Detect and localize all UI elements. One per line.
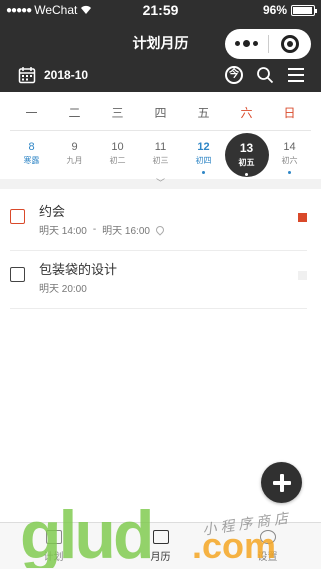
calendar-toolbar: 2018-10 今 bbox=[0, 62, 321, 90]
divider bbox=[10, 130, 311, 131]
lunar-date: 初四 bbox=[195, 156, 212, 165]
day-number: 12 bbox=[197, 141, 210, 153]
event-dot bbox=[245, 173, 248, 176]
today-button[interactable]: 今 bbox=[225, 66, 243, 84]
list-item[interactable]: 约会 明天 14:00 - 明天 16:00 bbox=[10, 193, 307, 251]
day-cell[interactable]: 14 初六 bbox=[268, 135, 311, 177]
more-button[interactable] bbox=[225, 29, 268, 59]
checklist-icon bbox=[45, 529, 62, 544]
day-cell[interactable]: 12 初四 bbox=[182, 135, 225, 177]
week-day-strip: 8 寒露 9 九月 10 初二 11 初三 12 初四 13 初五 14 初六 bbox=[10, 133, 311, 177]
task-checkbox[interactable] bbox=[10, 267, 25, 282]
day-number: 14 bbox=[283, 141, 296, 153]
weekday-label: 五 bbox=[197, 106, 210, 120]
current-month-label: 2018-10 bbox=[44, 68, 89, 82]
day-cell[interactable]: 10 初二 bbox=[96, 135, 139, 177]
task-title: 包装袋的设计 bbox=[39, 262, 118, 277]
more-dots-icon bbox=[234, 40, 258, 47]
lunar-date: 初三 bbox=[152, 156, 169, 165]
header: ●●●●● WeChat 21:59 96% 计划月历 2018-10 今 bbox=[0, 0, 321, 92]
tab-bar: 计划 月历 设置 bbox=[0, 522, 321, 569]
task-time: 明天 14:00 - 明天 16:00 bbox=[39, 222, 166, 237]
weekday-label: 六 bbox=[240, 106, 253, 120]
task-title: 约会 bbox=[39, 204, 66, 219]
status-bar: ●●●●● WeChat 21:59 96% bbox=[0, 0, 321, 20]
search-icon[interactable] bbox=[256, 66, 274, 84]
day-number: 11 bbox=[154, 141, 167, 153]
event-dot bbox=[202, 171, 205, 174]
tab-plan[interactable]: 计划 bbox=[0, 523, 107, 569]
close-mini-program-button[interactable] bbox=[268, 29, 311, 59]
calendar-tab-icon bbox=[152, 529, 169, 544]
battery-icon bbox=[291, 4, 317, 16]
day-number: 9 bbox=[71, 141, 78, 153]
weekday-label: 四 bbox=[154, 106, 167, 120]
add-plan-button[interactable] bbox=[261, 462, 302, 503]
task-start-time: 明天 20:00 bbox=[39, 284, 87, 295]
day-number: 10 bbox=[111, 141, 124, 153]
navigation-bar: 计划月历 bbox=[0, 24, 321, 60]
month-picker-button[interactable]: 2018-10 bbox=[18, 66, 88, 84]
task-time: 明天 20:00 bbox=[39, 280, 87, 295]
weekday-header: 一 二 三 四 五 六 日 bbox=[10, 104, 311, 126]
priority-flag bbox=[298, 213, 307, 222]
chevron-down-icon: ﹀ bbox=[155, 178, 165, 188]
plan-list: 约会 明天 14:00 - 明天 16:00 包装袋的设计 明天 20:00 bbox=[0, 193, 321, 309]
mini-program-capsule bbox=[225, 29, 311, 59]
tab-settings[interactable]: 设置 bbox=[214, 523, 321, 569]
weekday-label: 三 bbox=[111, 106, 124, 120]
day-number: 8 bbox=[28, 141, 35, 153]
weekday-label: 日 bbox=[283, 106, 296, 120]
task-end-time: 明天 16:00 bbox=[102, 226, 150, 237]
gear-icon bbox=[259, 529, 276, 544]
lunar-date: 初二 bbox=[109, 156, 126, 165]
tab-calendar[interactable]: 月历 bbox=[107, 523, 214, 569]
lunar-date: 九月 bbox=[66, 156, 83, 165]
weekday-label: 二 bbox=[68, 106, 81, 120]
list-item[interactable]: 包装袋的设计 明天 20:00 bbox=[10, 251, 307, 309]
expand-calendar-handle[interactable]: ﹀ bbox=[0, 179, 321, 189]
day-number: 13 bbox=[239, 141, 254, 155]
task-checkbox[interactable] bbox=[10, 209, 25, 224]
tab-label: 设置 bbox=[257, 551, 278, 563]
lunar-date: 初五 bbox=[238, 158, 255, 167]
event-dot bbox=[288, 171, 291, 174]
lunar-date: 初六 bbox=[281, 156, 298, 165]
task-start-time: 明天 14:00 bbox=[39, 226, 87, 237]
day-cell[interactable]: 13 初五 bbox=[224, 133, 269, 177]
day-cell[interactable]: 9 九月 bbox=[53, 135, 96, 177]
time-separator: - bbox=[92, 224, 97, 235]
battery-percent: 96% bbox=[262, 3, 287, 17]
day-cell[interactable]: 11 初三 bbox=[139, 135, 182, 177]
menu-icon[interactable] bbox=[287, 67, 305, 83]
tab-label: 月历 bbox=[150, 551, 171, 563]
lunar-date: 寒露 bbox=[23, 156, 40, 165]
location-pin-icon bbox=[154, 223, 166, 236]
weekday-label: 一 bbox=[25, 106, 38, 120]
day-cell[interactable]: 8 寒露 bbox=[10, 135, 53, 177]
calendar-icon bbox=[18, 67, 36, 84]
exit-target-icon bbox=[280, 35, 299, 53]
priority-flag bbox=[298, 271, 307, 280]
tab-label: 计划 bbox=[43, 551, 64, 563]
